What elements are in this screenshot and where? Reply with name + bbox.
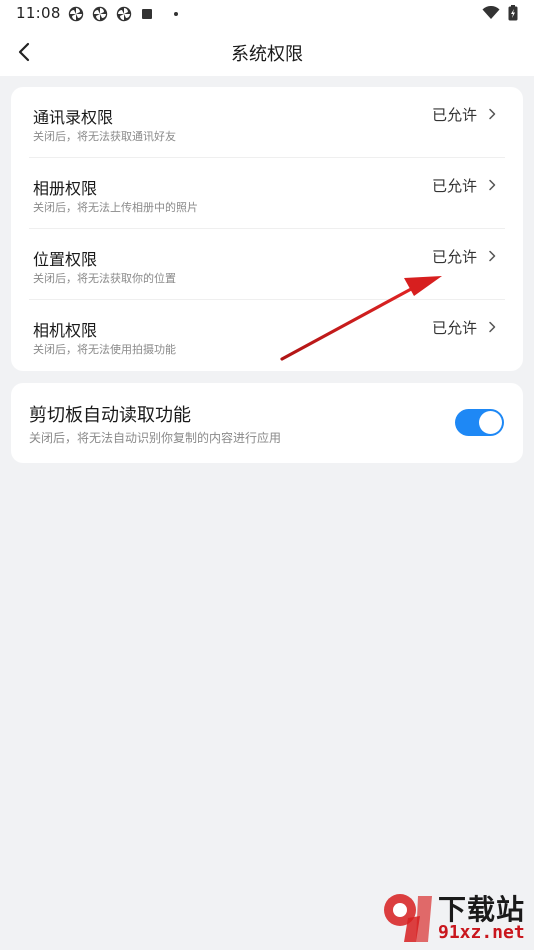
watermark: 下载站 91xz.net [378,886,530,948]
permissions-card: 通讯录权限 关闭后，将无法获取通讯好友 已允许 相册权限 关闭后，将无法上传相册… [11,87,523,371]
permission-description: 关闭后，将无法使用拍摄功能 [33,343,176,356]
system-status-icons [482,5,518,21]
pinwheel-icon [92,6,108,22]
permission-title: 相册权限 [33,179,98,198]
status-time: 11:08 [16,4,61,22]
clipboard-card: 剪切板自动读取功能 关闭后，将无法自动识别你复制的内容进行应用 [11,383,523,463]
chevron-right-icon [489,179,496,191]
permission-description: 关闭后，将无法上传相册中的照片 [33,201,198,214]
watermark-logo-icon [384,894,432,942]
permission-row-location[interactable]: 位置权限 关闭后，将无法获取你的位置 已允许 [11,229,523,300]
permission-status: 已允许 [431,106,477,124]
notification-icons [68,6,178,22]
permission-title: 相机权限 [33,321,98,340]
pinwheel-icon [116,6,132,22]
watermark-url: 91xz.net [438,922,525,943]
permission-description: 关闭后，将无法获取通讯好友 [33,130,176,143]
pinwheel-icon [68,6,84,22]
app-notification-icon [142,9,152,19]
chevron-right-icon [489,250,496,262]
wifi-icon [482,6,500,19]
toggle-knob [479,411,502,434]
clipboard-toggle[interactable] [455,409,504,436]
clipboard-title: 剪切板自动读取功能 [29,405,191,426]
page-title: 系统权限 [231,44,303,65]
permission-description: 关闭后，将无法获取你的位置 [33,272,176,285]
permission-status: 已允许 [431,177,477,195]
permission-title: 位置权限 [33,250,98,269]
permission-title: 通讯录权限 [33,108,114,127]
status-bar: 11:08 [0,0,534,28]
permission-status: 已允许 [431,319,477,337]
page-header: 系统权限 [0,28,534,76]
chevron-right-icon [489,321,496,333]
more-notifications-dot-icon [174,12,178,16]
permission-row-contacts[interactable]: 通讯录权限 关闭后，将无法获取通讯好友 已允许 [11,87,523,158]
permission-row-album[interactable]: 相册权限 关闭后，将无法上传相册中的照片 已允许 [11,158,523,229]
clipboard-description: 关闭后，将无法自动识别你复制的内容进行应用 [29,431,282,445]
chevron-right-icon [489,108,496,120]
permission-status: 已允许 [431,248,477,266]
battery-charging-icon [508,5,518,21]
permission-row-camera[interactable]: 相机权限 关闭后，将无法使用拍摄功能 已允许 [11,300,523,371]
